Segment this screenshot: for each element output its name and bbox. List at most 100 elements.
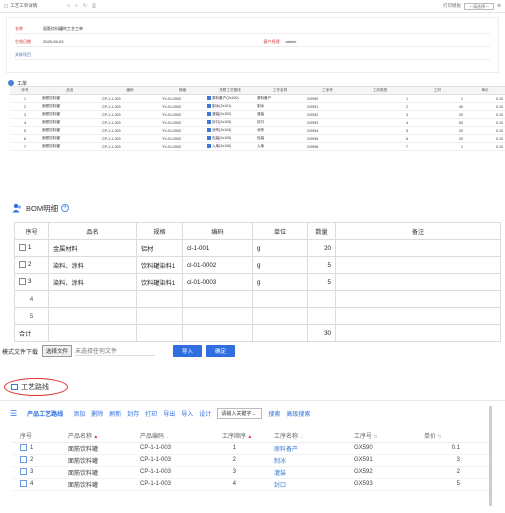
table-row[interactable]: 3 面筋饮料罐 CP-1-1-003 YX-01-2000 灌装(2x102) 灌装 GX5… xyxy=(10,110,505,119)
bom-cell-name xyxy=(48,290,137,308)
print-template-select[interactable]: 一请选择一 xyxy=(463,2,494,10)
table-row[interactable]: 7 面筋饮料罐 CP-1-1-003 YX-01-2000 入库(2x106) 入库 GX5… xyxy=(10,142,505,151)
row-checkbox[interactable] xyxy=(19,261,26,269)
table-cell: 3 xyxy=(350,110,410,119)
table-cell: 入库 xyxy=(255,142,305,151)
route-column-header[interactable]: 序号 xyxy=(12,430,60,443)
route-action-button[interactable]: 打印 xyxy=(145,409,157,418)
table-cell: 0.10 xyxy=(465,102,505,111)
forward-icon[interactable]: » xyxy=(75,3,78,9)
column-header: 序号 xyxy=(10,86,40,95)
table-cell: YX-01-2000 xyxy=(160,126,205,135)
total-quantity: 30 xyxy=(307,324,336,342)
bom-row[interactable]: 2 染料、涂料 饮料罐染料1 cl-01-0002 g 5 xyxy=(14,256,501,274)
route-column-header[interactable]: 产品名称 ▲ xyxy=(60,430,132,443)
table-cell: 包装 xyxy=(255,134,305,143)
table-row[interactable]: 4 面筋饮料罐 CP-1-1-003 YX-01-2000 封口(2x103) 封口 GX5… xyxy=(10,118,505,127)
keyword-input[interactable]: 请输入关键字... xyxy=(217,407,263,419)
bom-total-row: 合计 30 xyxy=(14,324,501,342)
import-button[interactable]: 导入 xyxy=(173,345,203,357)
bom-cell-name xyxy=(48,307,137,325)
add-bom-icon[interactable]: + xyxy=(61,204,70,212)
row-checkbox[interactable] xyxy=(19,278,26,286)
work-order-panel: ▢ 工艺工单详情 « » ↻ ⎙ 打印模板 一请选择一 ⚙ 名称 面筋饮料罐的工… xyxy=(0,0,505,178)
route-cell-proc[interactable]: 原料备产 xyxy=(266,442,346,455)
route-action-button[interactable]: 设计 xyxy=(199,409,211,418)
table-cell: 消杀 xyxy=(255,126,305,135)
cell-text: 3 xyxy=(456,457,460,463)
route-row[interactable]: 2 面筋饮料罐 CP-1-1-003 2 制冰 GX591 3 xyxy=(12,454,490,467)
panel-gap xyxy=(0,178,505,194)
refresh-icon[interactable]: ↻ xyxy=(83,3,87,9)
total-empty-cell xyxy=(252,324,308,342)
route-action-button[interactable]: 添加 xyxy=(73,409,85,418)
search-button[interactable]: 搜索 xyxy=(268,409,280,418)
dropdown-icon[interactable]: ⌄ xyxy=(164,434,169,440)
table-cell: 1 xyxy=(10,94,40,103)
cell-text: 制冰(2x101) xyxy=(212,104,232,108)
dropdown-icon[interactable]: ⌄ xyxy=(298,434,303,440)
route-cell-code: CP-1-1-003 xyxy=(132,442,214,455)
column-header: 工时 xyxy=(410,86,465,95)
sort-arrow-icon[interactable]: ▲ xyxy=(92,434,98,440)
route-cell-proc[interactable]: 封口 xyxy=(266,478,346,491)
route-column-header[interactable]: 单价 ⇅ xyxy=(416,430,490,443)
vertical-scrollbar[interactable] xyxy=(489,406,492,506)
sort-icon[interactable]: ⇅ xyxy=(372,434,377,440)
route-action-button[interactable]: 删除 xyxy=(91,409,103,418)
route-row[interactable]: 3 面筋饮料罐 CP-1-1-003 3 灌装 GX592 2 xyxy=(12,466,490,479)
table-cell: GX591 xyxy=(305,102,350,111)
table-row[interactable]: 5 面筋饮料罐 CP-1-1-003 YX-01-2000 消杀(2x104) 消杀 GX5… xyxy=(10,126,505,135)
route-action-button[interactable]: 刷新 xyxy=(109,409,121,418)
route-section-header[interactable]: 工艺路线 xyxy=(4,378,68,396)
row-checkbox[interactable] xyxy=(20,480,27,488)
table-cell: YX-01-2000 xyxy=(160,110,205,119)
route-column-header[interactable]: 工序名称 ⌄ xyxy=(266,430,346,443)
route-cell-proc[interactable]: 灌装 xyxy=(266,466,346,479)
bom-cell-unit: g xyxy=(252,239,308,257)
menu-icon[interactable]: ☰ xyxy=(10,409,17,418)
cell-text: 1 xyxy=(232,445,236,451)
advanced-search-button[interactable]: 高级搜索 xyxy=(286,409,310,418)
bom-title: BOM明细 xyxy=(26,203,59,213)
route-action-button[interactable]: 导入 xyxy=(181,409,193,418)
route-cell-proc[interactable]: 制冰 xyxy=(266,454,346,467)
route-toolbar: ☰ 产品工艺路线 添加 删除 刷新 封存 打印 导出 导入 设计 请输入关键字... 搜索 高… xyxy=(10,407,316,419)
bom-row[interactable]: 5 xyxy=(14,307,501,325)
route-column-header[interactable]: 工序顺序 ▲ xyxy=(214,430,266,443)
back-icon[interactable]: « xyxy=(67,3,70,9)
sort-arrow-icon[interactable]: ▲ xyxy=(246,434,252,440)
route-action-button[interactable]: 导出 xyxy=(163,409,175,418)
column-header: 工序号 xyxy=(305,86,350,95)
table-row[interactable]: 1 面筋饮料罐 CP-1-1-003 YX-01-2000 原料备产(2x100) 原料备… xyxy=(10,94,505,103)
bom-cell-spec xyxy=(136,307,183,325)
settings-icon[interactable]: ⚙ xyxy=(497,3,501,9)
route-row[interactable]: 4 面筋饮料罐 CP-1-1-003 4 封口 GX593 5 xyxy=(12,478,490,491)
checkbox-icon xyxy=(207,112,211,117)
bom-row[interactable]: 1 金属材料 铝材 cl-1-001 g 20 xyxy=(14,239,501,257)
bom-row[interactable]: 4 xyxy=(14,290,501,308)
route-divider xyxy=(0,400,505,401)
cell-text: 染料、涂料 xyxy=(53,279,84,287)
confirm-button[interactable]: 确定 xyxy=(206,345,236,357)
route-column-header[interactable]: 产品编码 ⌄ xyxy=(132,430,214,443)
row-checkbox[interactable] xyxy=(20,468,27,476)
table-cell: YX-01-2000 xyxy=(160,94,205,103)
table-row[interactable]: 2 面筋饮料罐 CP-1-1-003 YX-01-2000 制冰(2x101) 制冰 GX5… xyxy=(10,102,505,111)
row-checkbox[interactable] xyxy=(20,456,27,464)
route-action-button[interactable]: 封存 xyxy=(127,409,139,418)
row-checkbox[interactable] xyxy=(19,244,26,252)
sort-icon[interactable]: ⇅ xyxy=(436,434,441,440)
row-checkbox[interactable] xyxy=(20,444,27,452)
bom-row[interactable]: 3 染料、涂料 饮料罐染料1 cl-01-0003 g 5 xyxy=(14,273,501,291)
template-download-label[interactable]: 模式文件下载 xyxy=(2,347,38,356)
print-icon[interactable]: ⎙ xyxy=(92,3,96,9)
table-row[interactable]: 6 面筋饮料罐 CP-1-1-003 YX-01-2000 包装(2x105) 包装 GX5… xyxy=(10,134,505,143)
choose-file-button[interactable]: 选择文件 xyxy=(42,345,73,357)
bom-cell-note xyxy=(335,239,501,257)
route-row[interactable]: 1 面筋饮料罐 CP-1-1-003 1 原料备产 GX590 0.1 xyxy=(12,442,490,455)
route-column-header[interactable]: 工序号 ⇅ xyxy=(346,430,416,443)
table-cell: 0.10 xyxy=(465,126,505,135)
checkbox-icon xyxy=(207,128,211,133)
table-cell: 7 xyxy=(350,142,410,151)
